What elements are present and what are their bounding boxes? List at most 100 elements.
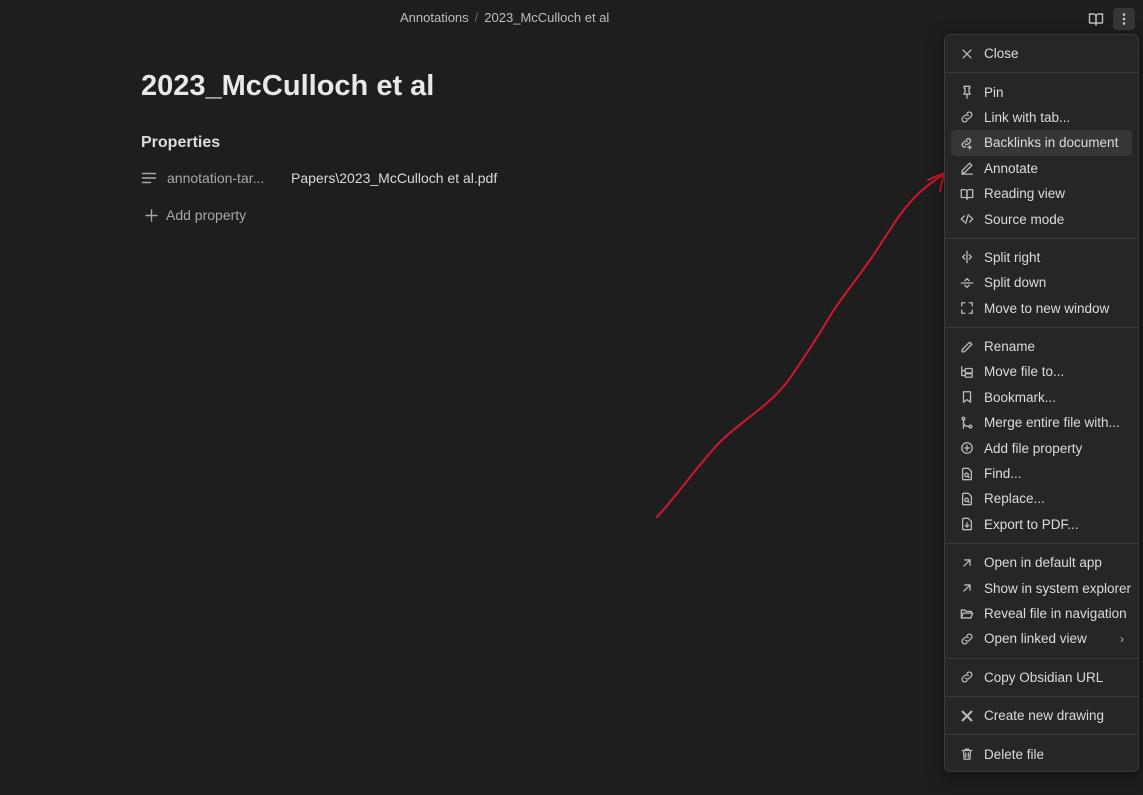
menu-item-source-mode[interactable]: Source mode (951, 206, 1132, 231)
property-value[interactable]: Papers\2023_McCulloch et al.pdf (291, 170, 497, 186)
split-vertical-icon (959, 249, 975, 265)
menu-item-open-linked-view[interactable]: Open linked view › (951, 626, 1132, 651)
trash-icon (959, 746, 975, 762)
menu-item-reveal-in-navigation[interactable]: Reveal file in navigation (951, 601, 1132, 626)
menu-item-label: Export to PDF... (984, 516, 1079, 532)
file-download-icon (959, 516, 975, 532)
menu-divider (945, 695, 1138, 697)
plus-icon (145, 208, 158, 222)
menu-item-find[interactable]: Find... (951, 461, 1132, 486)
properties-heading[interactable]: Properties (141, 134, 220, 152)
menu-item-split-right[interactable]: Split right (951, 245, 1132, 270)
pencil-icon (959, 339, 975, 355)
menu-item-link-with-tab[interactable]: Link with tab... (951, 105, 1132, 130)
app-window: Annotations / 2023_McCulloch et al 2023_… (0, 0, 1143, 795)
menu-item-export-pdf[interactable]: Export to PDF... (951, 512, 1132, 537)
menu-item-annotate[interactable]: Annotate (951, 156, 1132, 181)
split-horizontal-icon (959, 275, 975, 291)
menu-item-label: Rename (984, 339, 1036, 355)
menu-item-close[interactable]: Close (951, 41, 1132, 66)
menu-item-label: Move file to... (984, 364, 1065, 380)
folder-tree-icon (959, 364, 975, 380)
menu-item-split-down[interactable]: Split down (951, 270, 1132, 295)
menu-item-replace[interactable]: Replace... (951, 486, 1132, 511)
menu-item-label: Source mode (984, 211, 1065, 227)
arrow-up-right-icon (959, 555, 975, 571)
file-search-icon (959, 466, 975, 482)
add-property-button[interactable]: Add property (145, 207, 246, 223)
text-lines-icon (141, 172, 157, 184)
menu-item-label: Bookmark... (984, 389, 1057, 405)
more-options-menu: Close Pin Link with tab... Backlinks in … (944, 34, 1139, 772)
menu-item-label: Replace... (984, 491, 1045, 507)
menu-item-rename[interactable]: Rename (951, 334, 1132, 359)
menu-item-move-file[interactable]: Move file to... (951, 359, 1132, 384)
more-options-button[interactable] (1113, 8, 1135, 30)
git-merge-icon (959, 415, 975, 431)
breadcrumb-folder[interactable]: Annotations (400, 10, 469, 25)
folder-open-icon (959, 606, 975, 622)
file-replace-icon (959, 491, 975, 507)
menu-divider (945, 72, 1138, 74)
menu-item-show-system-explorer[interactable]: Show in system explorer (951, 575, 1132, 600)
menu-item-label: Backlinks in document (984, 135, 1119, 151)
menu-item-move-to-new-window[interactable]: Move to new window (951, 296, 1132, 321)
pencil-icon (959, 160, 975, 176)
menu-divider (945, 734, 1138, 736)
menu-item-delete-file[interactable]: Delete file (951, 741, 1132, 766)
menu-item-copy-obsidian-url[interactable]: Copy Obsidian URL (951, 665, 1132, 690)
menu-item-add-file-property[interactable]: Add file property (951, 435, 1132, 460)
menu-item-label: Show in system explorer (984, 580, 1132, 596)
menu-item-label: Close (984, 46, 1019, 62)
menu-item-label: Reading view (984, 186, 1066, 202)
drawing-tools-icon (959, 708, 975, 724)
property-row[interactable]: annotation-tar... Papers\2023_McCulloch … (141, 170, 497, 186)
menu-item-open-default-app[interactable]: Open in default app (951, 550, 1132, 575)
menu-item-merge[interactable]: Merge entire file with... (951, 410, 1132, 435)
menu-item-label: Open in default app (984, 555, 1102, 571)
expand-icon (959, 300, 975, 316)
property-key[interactable]: annotation-tar... (141, 170, 291, 186)
menu-item-label: Open linked view (984, 631, 1087, 647)
menu-divider (945, 237, 1138, 239)
menu-divider (945, 657, 1138, 659)
breadcrumb: Annotations / 2023_McCulloch et al (400, 10, 609, 25)
breadcrumb-file[interactable]: 2023_McCulloch et al (484, 10, 609, 25)
menu-item-label: Merge entire file with... (984, 415, 1120, 431)
menu-item-label: Split down (984, 275, 1047, 291)
menu-item-label: Add file property (984, 440, 1083, 456)
breadcrumb-separator: / (474, 10, 479, 25)
menu-item-create-new-drawing[interactable]: Create new drawing (951, 703, 1132, 728)
menu-item-label: Copy Obsidian URL (984, 669, 1104, 685)
plus-circle-icon (959, 440, 975, 456)
note-title[interactable]: 2023_McCulloch et al (141, 70, 434, 103)
menu-item-label: Link with tab... (984, 109, 1071, 125)
close-icon (959, 46, 975, 62)
property-key-label: annotation-tar... (167, 170, 265, 186)
view-actions (1085, 8, 1135, 30)
menu-item-label: Move to new window (984, 300, 1110, 316)
arrow-up-right-icon (959, 580, 975, 596)
menu-item-reading-view[interactable]: Reading view (951, 181, 1132, 206)
code-icon (959, 211, 975, 227)
more-vertical-icon (1122, 13, 1126, 25)
reading-view-button[interactable] (1085, 8, 1107, 30)
menu-item-label: Annotate (984, 160, 1039, 176)
menu-item-label: Pin (984, 84, 1004, 100)
book-open-icon (959, 186, 975, 202)
link-icon (959, 669, 975, 685)
menu-divider (945, 543, 1138, 545)
menu-item-bookmark[interactable]: Bookmark... (951, 385, 1132, 410)
book-open-icon (1088, 13, 1104, 26)
menu-divider (945, 326, 1138, 328)
link-icon (959, 631, 975, 647)
bookmark-icon (959, 389, 975, 405)
menu-item-label: Delete file (984, 746, 1045, 762)
menu-item-label: Find... (984, 466, 1022, 482)
menu-item-label: Split right (984, 249, 1041, 265)
menu-item-backlinks[interactable]: Backlinks in document (951, 130, 1132, 156)
chevron-right-icon: › (1120, 631, 1124, 646)
menu-item-label: Create new drawing (984, 708, 1105, 724)
menu-item-pin[interactable]: Pin (951, 79, 1132, 104)
pin-icon (959, 84, 975, 100)
